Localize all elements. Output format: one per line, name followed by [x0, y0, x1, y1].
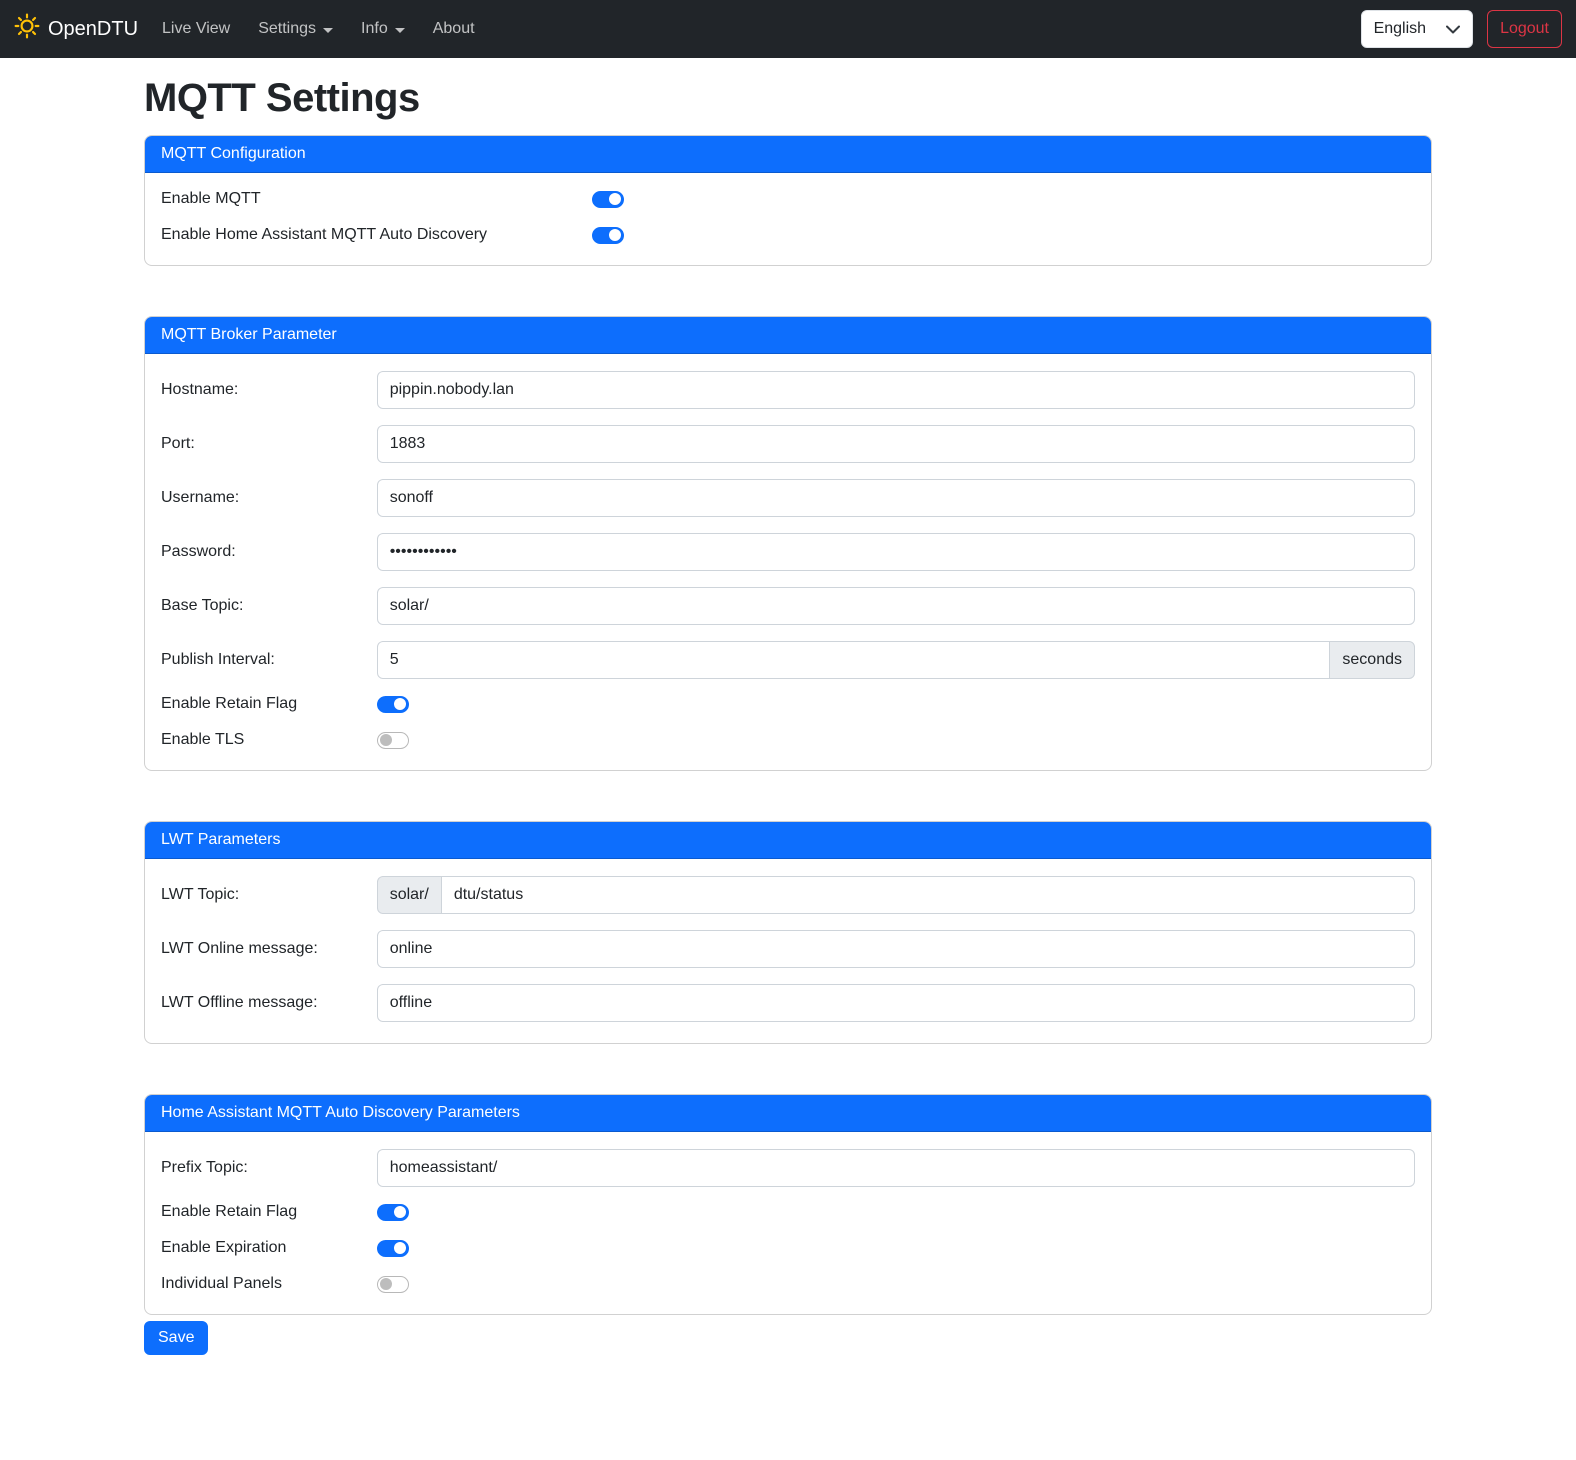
row-port: Port: — [161, 425, 1415, 463]
nav-item-label: About — [433, 20, 475, 38]
language-selected-value: English — [1374, 20, 1426, 38]
row-password: Password: — [161, 533, 1415, 571]
main-content: MQTT Settings MQTT Configuration Enable … — [128, 76, 1448, 1383]
row-hostname: Hostname: — [161, 371, 1415, 409]
row-lwt-topic: LWT Topic: solar/ — [161, 876, 1415, 914]
nav-item-label: Live View — [162, 20, 230, 38]
port-input[interactable] — [377, 425, 1415, 463]
row-prefix-topic: Prefix Topic: — [161, 1149, 1415, 1187]
nav-item-live-view[interactable]: Live View — [148, 12, 244, 46]
row-hass-expiration: Enable Expiration — [161, 1239, 1415, 1257]
page-title: MQTT Settings — [144, 76, 1432, 121]
card-header-hass-discovery: Home Assistant MQTT Auto Discovery Param… — [145, 1095, 1431, 1132]
sun-icon — [14, 13, 40, 45]
lwt-offline-input[interactable] — [377, 984, 1415, 1022]
row-enable-retain: Enable Retain Flag — [161, 695, 1415, 713]
row-publish-interval: Publish Interval: seconds — [161, 641, 1415, 679]
nav-item-info[interactable]: Info — [347, 12, 419, 46]
lwt-topic-label: LWT Topic: — [161, 886, 377, 904]
password-label: Password: — [161, 543, 377, 561]
individual-panels-label: Individual Panels — [161, 1275, 377, 1293]
hass-expiration-label: Enable Expiration — [161, 1239, 377, 1257]
lwt-topic-prefix: solar/ — [377, 876, 442, 914]
save-button[interactable]: Save — [144, 1321, 208, 1355]
card-hass-discovery-parameters: Home Assistant MQTT Auto Discovery Param… — [144, 1094, 1432, 1315]
nav-item-settings[interactable]: Settings — [244, 12, 347, 46]
nav-links: Live View Settings Info About — [148, 12, 489, 46]
username-input[interactable] — [377, 479, 1415, 517]
row-enable-mqtt: Enable MQTT — [161, 190, 1415, 208]
logout-button[interactable]: Logout — [1487, 10, 1562, 48]
publish-interval-label: Publish Interval: — [161, 651, 377, 669]
lwt-online-label: LWT Online message: — [161, 940, 377, 958]
publish-interval-unit: seconds — [1329, 641, 1415, 679]
row-enable-hass-discovery: Enable Home Assistant MQTT Auto Discover… — [161, 226, 1415, 244]
brand-label: OpenDTU — [48, 18, 138, 41]
lwt-offline-label: LWT Offline message: — [161, 994, 377, 1012]
enable-hass-discovery-label: Enable Home Assistant MQTT Auto Discover… — [161, 226, 592, 244]
enable-hass-discovery-toggle[interactable] — [592, 227, 624, 244]
row-hass-retain: Enable Retain Flag — [161, 1203, 1415, 1221]
hass-retain-label: Enable Retain Flag — [161, 1203, 377, 1221]
row-lwt-online: LWT Online message: — [161, 930, 1415, 968]
hostname-label: Hostname: — [161, 381, 377, 399]
enable-tls-label: Enable TLS — [161, 731, 377, 749]
row-username: Username: — [161, 479, 1415, 517]
hass-expiration-toggle[interactable] — [377, 1240, 409, 1257]
card-mqtt-broker-parameter: MQTT Broker Parameter Hostname: Port: Us… — [144, 316, 1432, 771]
nav-item-about[interactable]: About — [419, 12, 489, 46]
enable-retain-label: Enable Retain Flag — [161, 695, 377, 713]
card-mqtt-configuration: MQTT Configuration Enable MQTT Enable Ho… — [144, 135, 1432, 266]
language-select[interactable]: English — [1361, 10, 1473, 48]
individual-panels-toggle[interactable] — [377, 1276, 409, 1293]
publish-interval-input[interactable] — [377, 641, 1331, 679]
row-enable-tls: Enable TLS — [161, 731, 1415, 749]
nav-item-label: Settings — [258, 20, 316, 38]
card-header-mqtt-configuration: MQTT Configuration — [145, 136, 1431, 173]
password-input[interactable] — [377, 533, 1415, 571]
hostname-input[interactable] — [377, 371, 1415, 409]
caret-down-icon — [323, 28, 333, 33]
base-topic-label: Base Topic: — [161, 597, 377, 615]
navbar: OpenDTU Live View Settings Info About En… — [0, 0, 1576, 58]
prefix-topic-label: Prefix Topic: — [161, 1159, 377, 1177]
chevron-down-icon — [1446, 25, 1460, 34]
prefix-topic-input[interactable] — [377, 1149, 1415, 1187]
row-individual-panels: Individual Panels — [161, 1275, 1415, 1293]
row-base-topic: Base Topic: — [161, 587, 1415, 625]
nav-item-label: Info — [361, 20, 388, 38]
enable-retain-toggle[interactable] — [377, 696, 409, 713]
enable-mqtt-toggle[interactable] — [592, 191, 624, 208]
row-lwt-offline: LWT Offline message: — [161, 984, 1415, 1022]
brand-opendtu[interactable]: OpenDTU — [14, 13, 138, 45]
base-topic-input[interactable] — [377, 587, 1415, 625]
card-header-mqtt-broker-parameter: MQTT Broker Parameter — [145, 317, 1431, 354]
port-label: Port: — [161, 435, 377, 453]
enable-mqtt-label: Enable MQTT — [161, 190, 592, 208]
hass-retain-toggle[interactable] — [377, 1204, 409, 1221]
username-label: Username: — [161, 489, 377, 507]
lwt-online-input[interactable] — [377, 930, 1415, 968]
enable-tls-toggle[interactable] — [377, 732, 409, 749]
caret-down-icon — [395, 28, 405, 33]
lwt-topic-input[interactable] — [441, 876, 1415, 914]
card-header-lwt-parameters: LWT Parameters — [145, 822, 1431, 859]
card-lwt-parameters: LWT Parameters LWT Topic: solar/ LWT Onl… — [144, 821, 1432, 1044]
